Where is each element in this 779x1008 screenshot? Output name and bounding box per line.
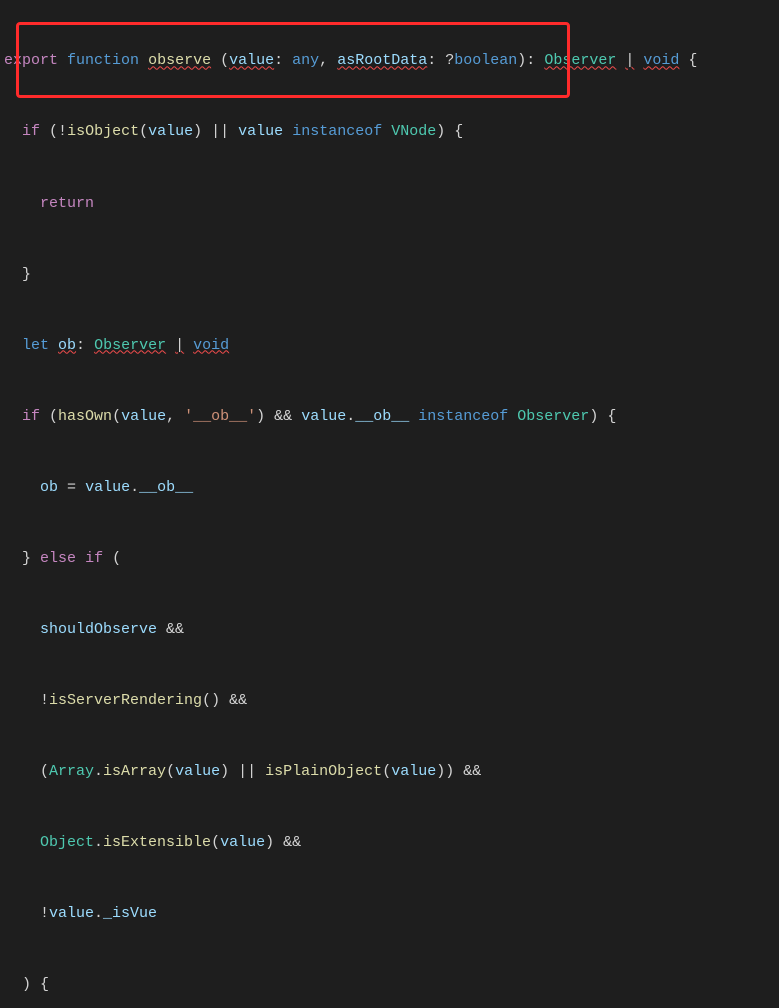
call-isPlainObject: isPlainObject bbox=[265, 763, 382, 780]
type-VNode: VNode bbox=[391, 123, 436, 140]
code-line: shouldObserve && bbox=[4, 618, 775, 642]
prop-isVue: _isVue bbox=[103, 905, 157, 922]
call-hasOwn: hasOwn bbox=[58, 408, 112, 425]
code-line: let ob: Observer | void bbox=[4, 334, 775, 358]
function-name: observe bbox=[148, 52, 211, 69]
var-ob: ob bbox=[58, 337, 76, 354]
code-line: ob = value.__ob__ bbox=[4, 476, 775, 500]
call-isObject: isObject bbox=[67, 123, 139, 140]
string-ob: '__ob__' bbox=[184, 408, 256, 425]
var-shouldObserve: shouldObserve bbox=[40, 621, 157, 638]
code-line: if (hasOwn(value, '__ob__') && value.__o… bbox=[4, 405, 775, 429]
keyword-function: function bbox=[67, 52, 139, 69]
keyword-instanceof: instanceof bbox=[292, 123, 382, 140]
code-line: export function observe (value: any, asR… bbox=[4, 49, 775, 73]
call-isArray: isArray bbox=[103, 763, 166, 780]
code-line: } else if ( bbox=[4, 547, 775, 571]
code-line: if (!isObject(value) || value instanceof… bbox=[4, 120, 775, 144]
param-value: value bbox=[229, 52, 274, 69]
code-line: !value._isVue bbox=[4, 902, 775, 926]
code-line: return bbox=[4, 192, 775, 216]
code-line: (Array.isArray(value) || isPlainObject(v… bbox=[4, 760, 775, 784]
call-isServerRendering: isServerRendering bbox=[49, 692, 202, 709]
code-line: ) { bbox=[4, 973, 775, 997]
param-asRootData: asRootData bbox=[337, 52, 427, 69]
code-editor[interactable]: export function observe (value: any, asR… bbox=[0, 0, 779, 1008]
keyword-return: return bbox=[40, 195, 94, 212]
code-line: !isServerRendering() && bbox=[4, 689, 775, 713]
call-isExtensible: isExtensible bbox=[103, 834, 211, 851]
keyword-export: export bbox=[4, 52, 58, 69]
code-line: } bbox=[4, 263, 775, 287]
return-type-Observer: Observer bbox=[544, 52, 616, 69]
code-line: Object.isExtensible(value) && bbox=[4, 831, 775, 855]
